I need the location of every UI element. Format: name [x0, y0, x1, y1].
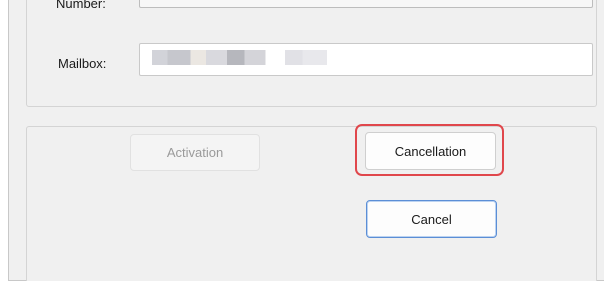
- computer-number-field[interactable]: [139, 0, 593, 8]
- dialog-window: Compute Number: Mailbox: Activation Canc…: [8, 0, 604, 281]
- computer-number-label: Compute Number:: [56, 0, 106, 11]
- activation-button[interactable]: Activation: [130, 134, 260, 171]
- actions-group: Activation Cancellation Cancel: [26, 124, 597, 281]
- cancel-button[interactable]: Cancel: [366, 200, 497, 238]
- cancellation-button[interactable]: Cancellation: [365, 132, 496, 170]
- dialog-screenshot: Compute Number: Mailbox: Activation Canc…: [0, 0, 604, 295]
- redacted-value: [152, 50, 327, 65]
- mailbox-field[interactable]: [139, 43, 593, 76]
- account-info-group: Compute Number: Mailbox:: [26, 0, 597, 107]
- mailbox-label: Mailbox:: [58, 56, 107, 71]
